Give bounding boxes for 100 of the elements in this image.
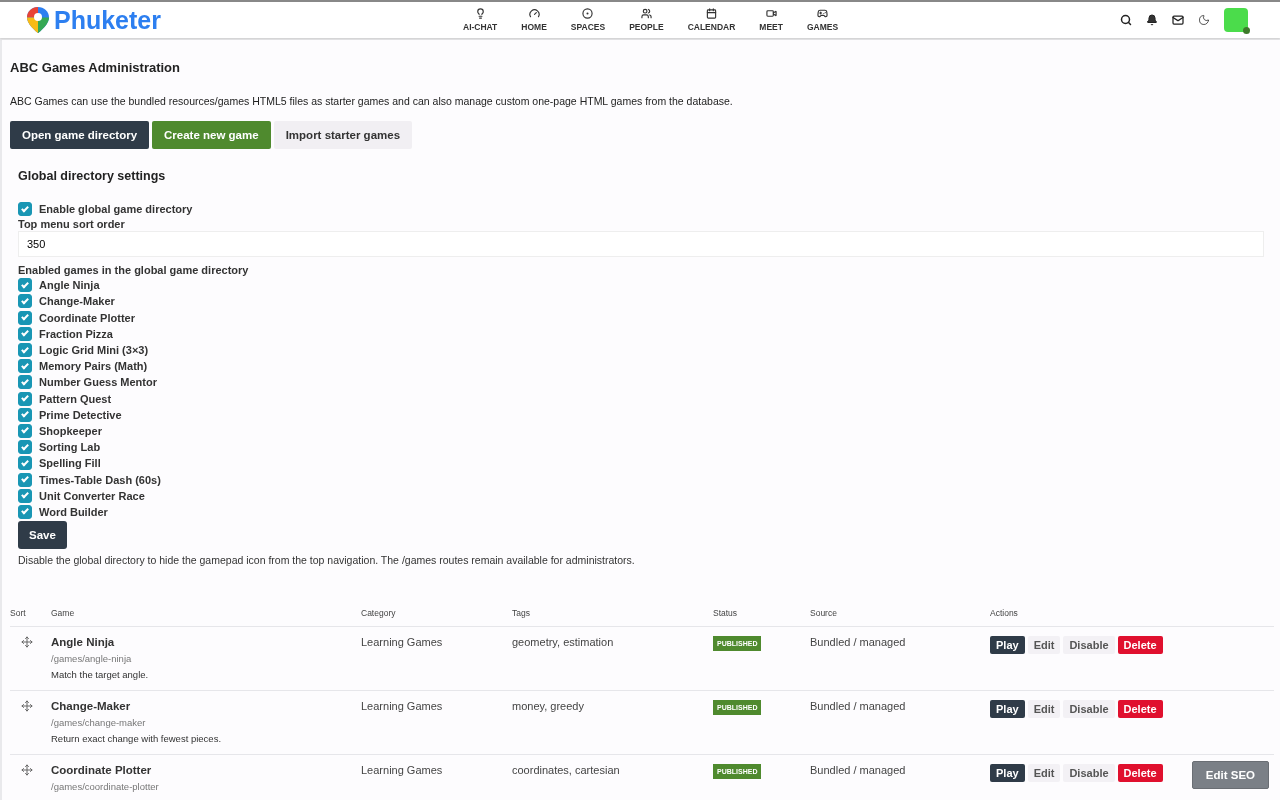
- edit-button[interactable]: Edit: [1027, 700, 1061, 718]
- nav-link[interactable]: HOME: [509, 8, 559, 32]
- import-button[interactable]: Import starter games: [273, 121, 413, 149]
- checkbox[interactable]: [18, 202, 32, 217]
- edit-button[interactable]: Edit: [1027, 764, 1061, 782]
- edit-seo-button[interactable]: Edit SEO: [1191, 761, 1269, 789]
- disable-button[interactable]: Disable: [1063, 636, 1115, 654]
- create-game-button[interactable]: Create new game: [152, 121, 271, 149]
- video-camera-icon: [765, 8, 777, 19]
- drag-handle-icon[interactable]: [21, 764, 33, 776]
- target-icon: [582, 8, 594, 19]
- lightbulb-icon: [474, 8, 486, 19]
- field-label: Enabled games in the global game directory: [18, 264, 250, 277]
- table-cell: Bundled / managed: [810, 764, 906, 776]
- column-header: Actions: [990, 608, 1018, 618]
- table-cell: geometry, estimation: [512, 636, 614, 648]
- table-cell: Bundled / managed: [810, 700, 906, 712]
- envelope-icon[interactable]: [1172, 14, 1184, 26]
- checkbox[interactable]: [18, 407, 32, 422]
- delete-button[interactable]: Delete: [1117, 700, 1163, 718]
- column-header: Tags: [512, 608, 530, 618]
- checkbox[interactable]: [18, 326, 32, 341]
- column-header: Source: [810, 608, 837, 618]
- checkbox-label: Enable global game directory: [39, 203, 193, 216]
- column-header: Game: [51, 608, 75, 618]
- checkbox[interactable]: [18, 472, 32, 487]
- play-button[interactable]: Play: [990, 700, 1025, 718]
- nav-link[interactable]: PEOPLE: [617, 8, 676, 32]
- checkbox[interactable]: [18, 391, 32, 406]
- nav-link[interactable]: AI-CHAT: [451, 8, 510, 32]
- edit-button[interactable]: Edit: [1027, 636, 1061, 654]
- checkbox-label: Word Builder: [39, 505, 108, 518]
- checkbox[interactable]: [18, 375, 32, 390]
- column-header: Status: [713, 608, 738, 618]
- table-cell: Bundled / managed: [810, 636, 906, 648]
- checkbox[interactable]: [18, 294, 32, 309]
- nav-link[interactable]: MEET: [747, 8, 795, 32]
- table-cell: Learning Games: [361, 700, 443, 712]
- avatar[interactable]: [1224, 8, 1248, 32]
- game-path: /games/coordinate-plotter: [51, 781, 160, 792]
- checkbox-label: Spelling Fill: [39, 457, 101, 470]
- delete-button[interactable]: Delete: [1117, 636, 1163, 654]
- game-name: Change-Maker: [51, 700, 132, 712]
- calendar-icon: [705, 8, 717, 19]
- drag-handle-icon[interactable]: [21, 700, 33, 712]
- checkbox[interactable]: [18, 504, 32, 519]
- table-cell: Learning Games: [361, 636, 443, 648]
- table-cell: Learning Games: [361, 764, 443, 776]
- checkbox[interactable]: [18, 488, 32, 503]
- disable-button[interactable]: Disable: [1063, 764, 1115, 782]
- game-path: /games/change-maker: [51, 717, 147, 728]
- brand-name[interactable]: Phuketer: [54, 5, 161, 35]
- checkbox[interactable]: [18, 423, 32, 438]
- drag-handle-icon[interactable]: [21, 636, 33, 648]
- checkbox-label: Memory Pairs (Math): [39, 360, 148, 373]
- disable-button[interactable]: Disable: [1063, 700, 1115, 718]
- checkbox[interactable]: [18, 343, 32, 358]
- checkbox[interactable]: [18, 456, 32, 471]
- nav-link[interactable]: CALENDAR: [675, 8, 748, 32]
- game-description: Match the target angle.: [51, 669, 150, 680]
- open-directory-button[interactable]: Open game directory: [10, 121, 150, 149]
- people-icon: [640, 8, 652, 19]
- table-cell: money, greedy: [512, 700, 584, 712]
- checkbox-label: Prime Detective: [39, 408, 122, 421]
- game-path: /games/angle-ninja: [51, 653, 133, 664]
- checkbox-label: Fraction Pizza: [39, 327, 113, 340]
- nav-link[interactable]: SPACES: [558, 8, 618, 32]
- sort-order-field[interactable]: 350: [18, 231, 1264, 258]
- checkbox-label: Pattern Quest: [39, 392, 112, 405]
- play-button[interactable]: Play: [990, 636, 1025, 654]
- checkbox[interactable]: [18, 278, 32, 293]
- intro-text: ABC Games can use the bundled resources/games HTML5 files as starter games and can also manage custom one-page HTML games from the database.: [10, 95, 734, 107]
- checkbox-label: Number Guess Mentor: [39, 376, 157, 389]
- delete-button[interactable]: Delete: [1117, 764, 1163, 782]
- search-icon[interactable]: [1120, 14, 1132, 26]
- column-header: Sort: [10, 608, 26, 618]
- checkbox-label: Coordinate Plotter: [39, 311, 135, 324]
- checkbox-label: Angle Ninja: [39, 279, 100, 292]
- game-name: Coordinate Plotter: [51, 764, 153, 776]
- page-title: ABC Games Administration: [10, 60, 181, 75]
- map-pin-logo-icon: [26, 6, 50, 34]
- column-header: Category: [361, 608, 396, 618]
- bell-icon[interactable]: [1146, 14, 1158, 26]
- game-name: Angle Ninja: [51, 636, 116, 648]
- moon-icon[interactable]: [1198, 14, 1210, 26]
- checkbox-label: Change-Maker: [39, 295, 115, 308]
- checkbox[interactable]: [18, 310, 32, 325]
- field-label: Top menu sort order: [18, 218, 126, 231]
- play-button[interactable]: Play: [990, 764, 1025, 782]
- checkbox-label: Sorting Lab: [39, 441, 101, 454]
- checkbox-label: Times-Table Dash (60s): [39, 473, 161, 486]
- nav-link[interactable]: GAMES: [794, 8, 851, 32]
- checkbox[interactable]: [18, 440, 32, 455]
- checkbox-label: Logic Grid Mini (3×3): [39, 344, 149, 357]
- gauge-icon: [528, 8, 540, 19]
- save-button[interactable]: Save: [18, 521, 67, 549]
- checkbox[interactable]: [18, 359, 32, 374]
- section-title: Global directory settings: [18, 169, 167, 183]
- game-description: Return exact change with fewest pieces.: [51, 733, 223, 744]
- checkbox-label: Shopkeeper: [39, 424, 102, 437]
